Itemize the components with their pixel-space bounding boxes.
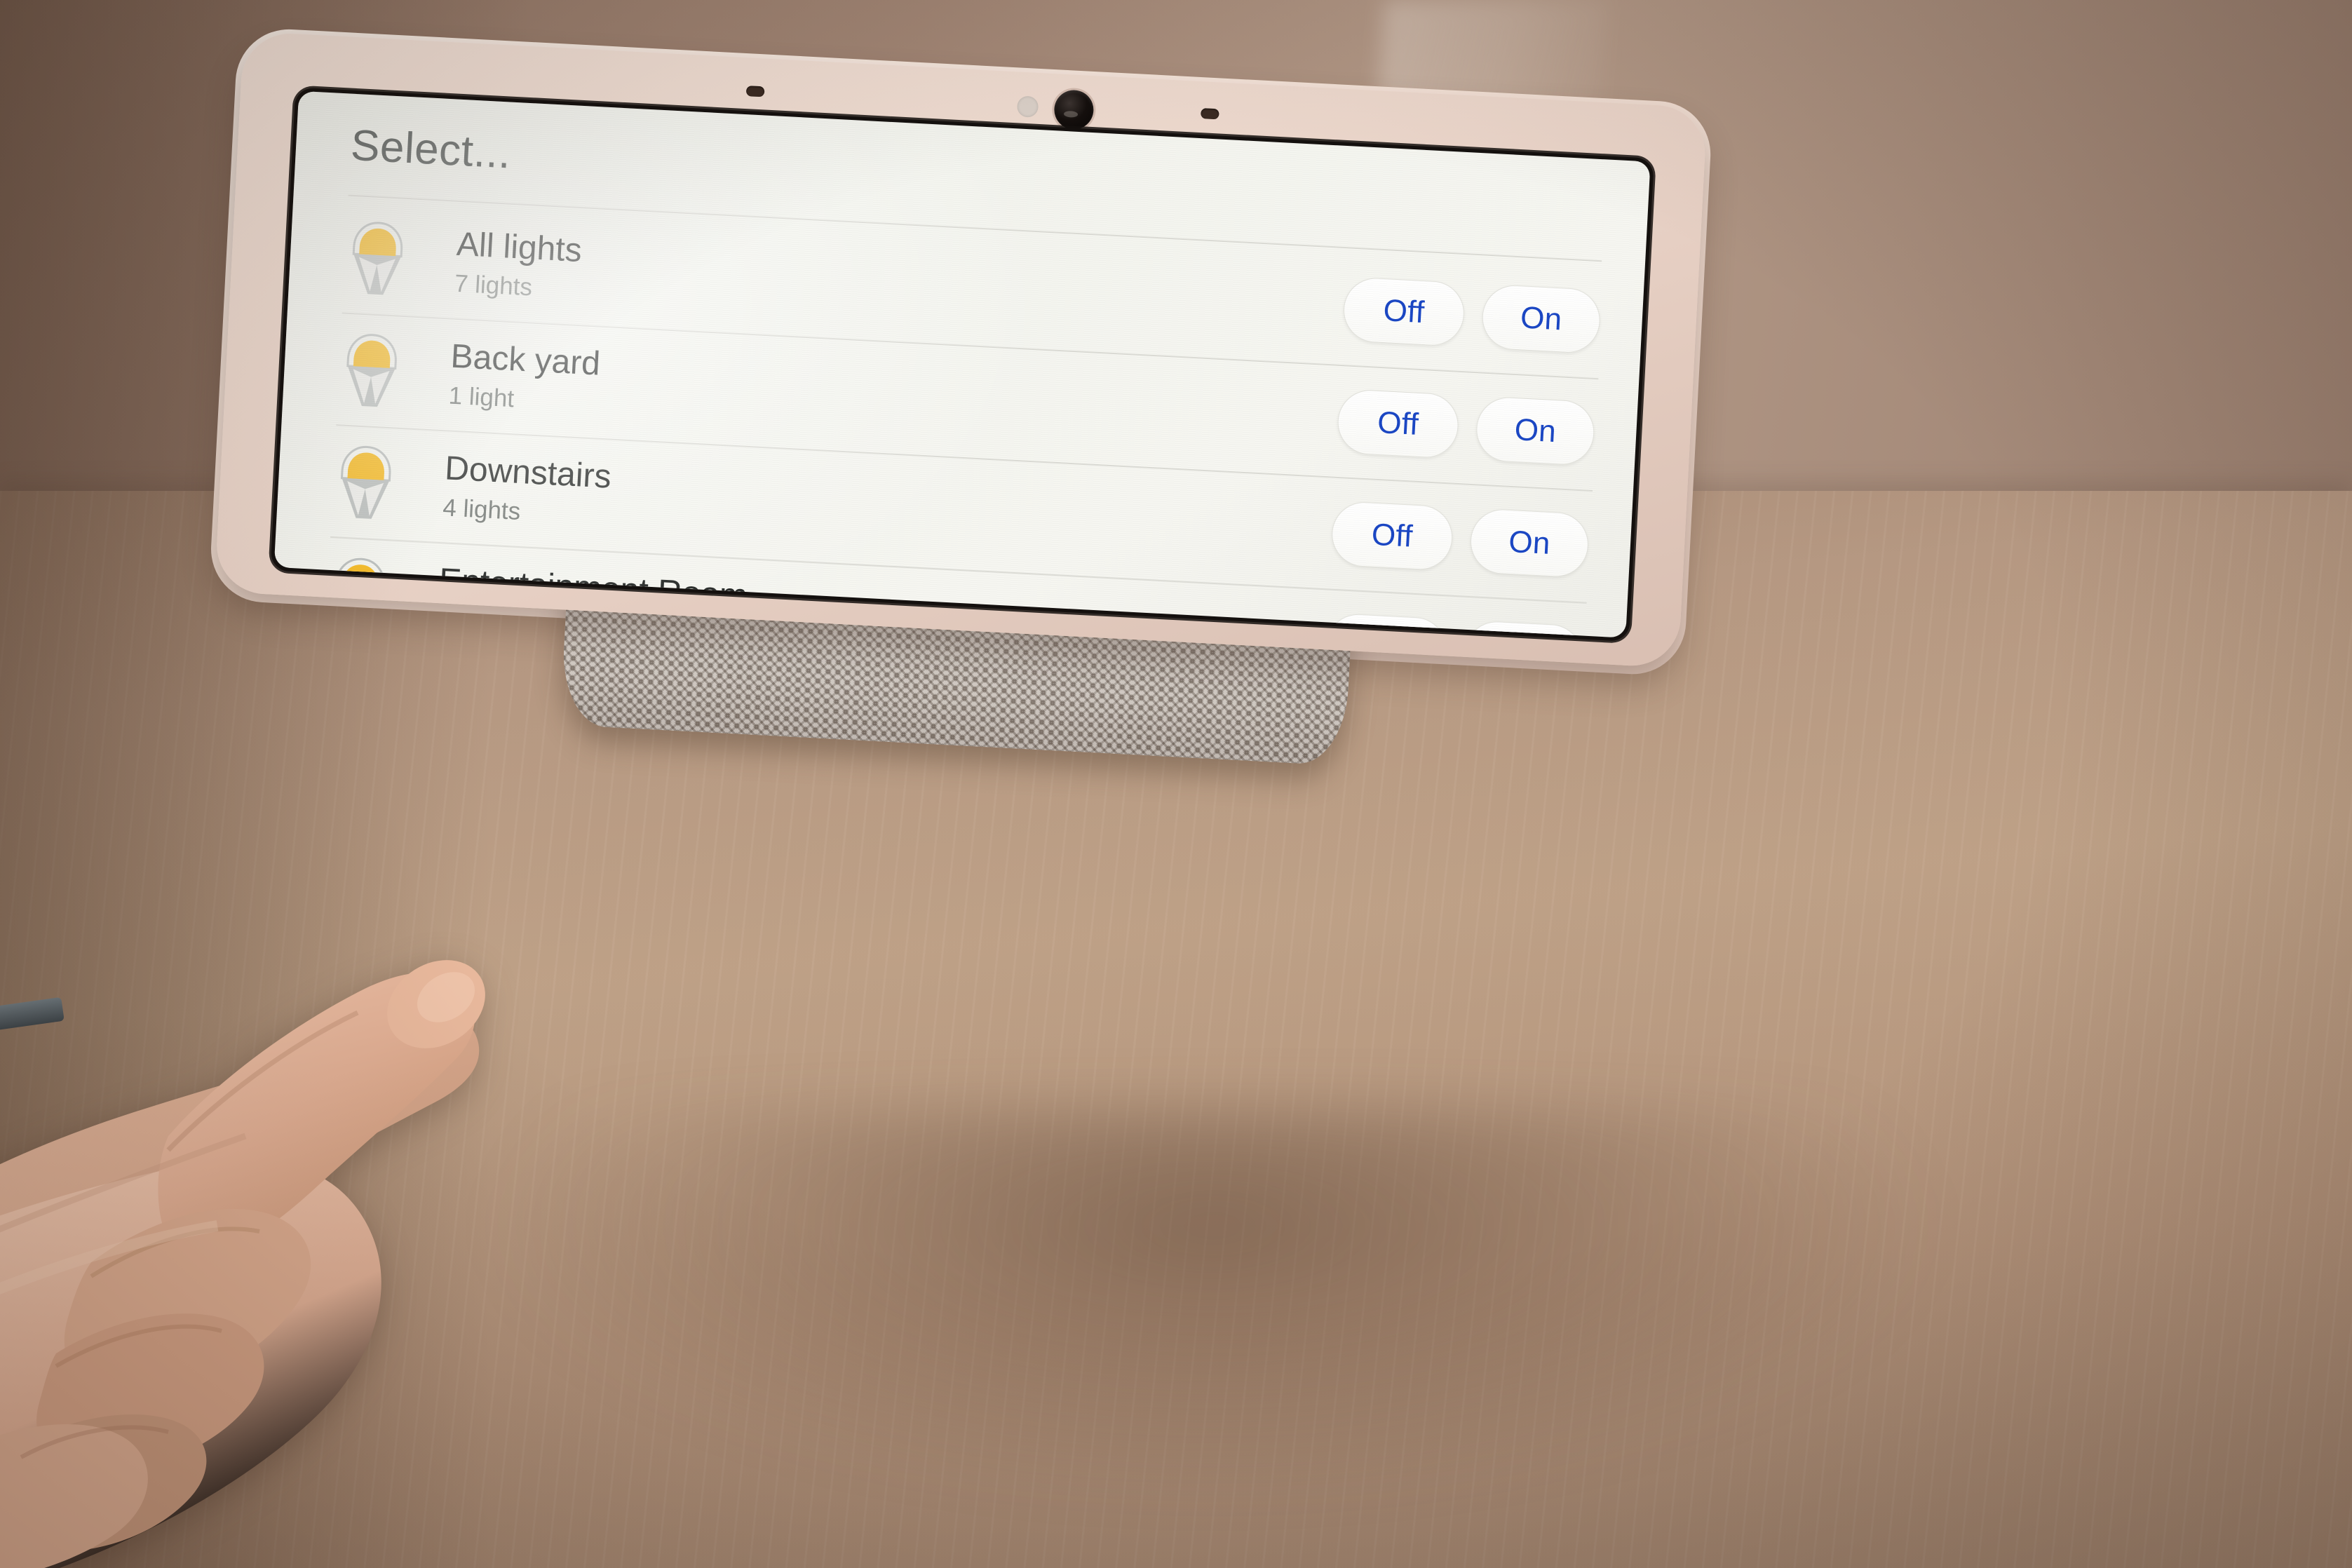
microphone-hole-icon <box>745 86 765 97</box>
list-item-actions: Off On <box>1330 500 1590 579</box>
screen-frame: Select... All lights 7 lights Off On Bac… <box>270 87 1654 642</box>
ambient-light-sensor-icon <box>1016 95 1039 118</box>
light-bulb-icon <box>337 329 406 411</box>
on-button[interactable]: On <box>1468 508 1590 579</box>
off-button[interactable]: Off <box>1341 276 1466 348</box>
microphone-hole-icon <box>1200 108 1219 120</box>
on-button[interactable]: On <box>1475 396 1596 466</box>
photo-scene: Select... All lights 7 lights Off On Bac… <box>0 0 2352 1568</box>
light-bulb-icon <box>343 217 412 299</box>
camera-lens-icon <box>1053 89 1095 130</box>
pointing-hand <box>0 687 842 1568</box>
list-item-actions: Off On <box>1341 276 1602 355</box>
off-button[interactable]: Off <box>1330 500 1454 572</box>
light-bulb-icon <box>331 441 400 523</box>
on-button[interactable]: On <box>1480 283 1602 355</box>
display-bezel: Select... All lights 7 lights Off On Bac… <box>207 27 1714 705</box>
off-button[interactable]: Off <box>1336 388 1460 459</box>
screen-display: Select... All lights 7 lights Off On Bac… <box>273 90 1651 638</box>
page-title: Select... <box>349 121 513 178</box>
list-item-actions: Off On <box>1336 388 1596 466</box>
light-selector-ui: Select... All lights 7 lights Off On Bac… <box>274 91 1651 638</box>
light-group-list: All lights 7 lights Off On Back yard 1 l… <box>274 197 1645 638</box>
